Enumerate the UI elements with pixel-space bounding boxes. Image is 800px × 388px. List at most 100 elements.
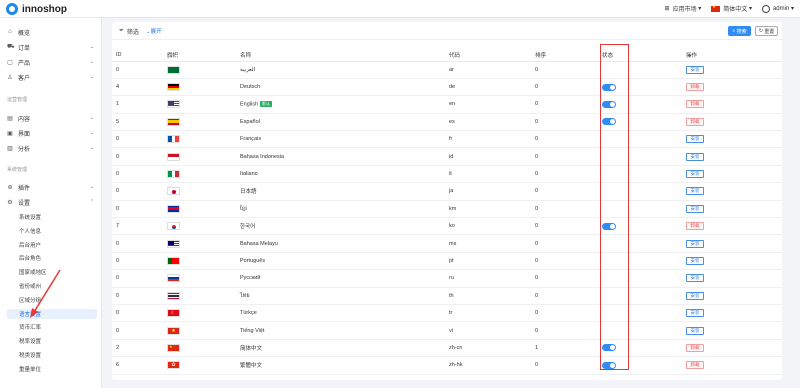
cell-id: 0 (112, 182, 163, 201)
logo[interactable]: innoshop (6, 3, 67, 15)
expand-label: 展开 (150, 29, 162, 35)
filter-toggle[interactable]: ⏷ 筛选 (119, 27, 139, 36)
install-button[interactable]: 安装 (686, 256, 704, 265)
id-flag-icon (167, 152, 180, 161)
cell-sort: 0 (531, 304, 598, 323)
cell-actions: 安装 (682, 252, 782, 271)
sidebar-subitem[interactable]: 省份或州 (7, 281, 97, 291)
sidebar-subitem[interactable]: 重量单位 (7, 364, 97, 374)
sidebar-item-orders[interactable]: ⛟ 订单 ⌄ (0, 41, 102, 53)
cell-sort: 0 (531, 287, 598, 305)
language-list-card: ⏷ 筛选 ⌄展开 ⌕ 搜索 ↻ 重置 ID 旗帜 名称 代码 排序 状态 操作 (112, 22, 782, 380)
cell-name: Español (236, 113, 445, 132)
cell-id: 4 (112, 78, 163, 97)
search-button[interactable]: ⌕ 搜索 (728, 26, 751, 36)
cell-id: 0 (112, 200, 163, 219)
user-name: admin (772, 5, 790, 12)
language-name: English (240, 101, 259, 108)
uninstall-button[interactable]: 卸载 (686, 83, 704, 92)
sidebar-item-label: 分析 (18, 146, 31, 153)
install-button[interactable]: 安装 (686, 274, 704, 283)
install-button[interactable]: 安装 (686, 204, 704, 213)
sidebar-subitem[interactable]: 税率设置 (7, 336, 97, 346)
install-button[interactable]: 安装 (686, 152, 704, 161)
table-row: 0 Português pt 0 安装 (112, 252, 782, 271)
install-button[interactable]: 安装 (686, 291, 704, 300)
cell-sort: 0 (531, 234, 598, 253)
sidebar-item-settings[interactable]: ⚙ 设置 ⌃ (0, 196, 102, 208)
status-column-highlight (600, 44, 629, 370)
user-menu[interactable]: admin ▾ (761, 4, 794, 13)
expand-link[interactable]: ⌄展开 (146, 27, 162, 35)
cell-actions: 卸载 (682, 356, 782, 375)
cell-name: Bahasa Indonesia (236, 147, 445, 166)
chevron-down-icon: ⌄ (89, 130, 94, 136)
tr-flag-icon: ☾ (167, 309, 180, 318)
install-button[interactable]: 安装 (686, 65, 704, 74)
sidebar-item-plugins[interactable]: ⊛ 插件 ⌄ (0, 181, 102, 193)
logo-icon (6, 3, 18, 15)
km-flag-icon (167, 204, 180, 213)
install-button[interactable]: 安装 (686, 187, 704, 196)
install-button[interactable]: 安装 (686, 135, 704, 144)
cell-actions: 安装 (682, 130, 782, 149)
column-header-actions: 操作 (682, 49, 782, 62)
cell-code: fr (445, 130, 531, 149)
language-name: ไทย (240, 292, 250, 299)
chart-icon: ▥ (7, 145, 13, 152)
install-button[interactable]: 安装 (686, 326, 704, 335)
cell-flag (163, 113, 236, 132)
vi-flag-icon: ★ (167, 326, 180, 335)
sidebar-item-label: 产品 (18, 60, 31, 67)
sidebar-subitem[interactable]: 语言设置 (7, 308, 97, 319)
uninstall-button[interactable]: 卸载 (686, 343, 704, 352)
install-button[interactable]: 安装 (686, 239, 704, 248)
sidebar-item-products[interactable]: ▢ 产品 ⌄ (0, 56, 102, 68)
install-button[interactable]: 安装 (686, 170, 704, 179)
user-icon: ♙ (7, 74, 13, 81)
sidebar-item-customers[interactable]: ♙ 客户 ⌄ (0, 71, 102, 83)
cell-name: العربية (236, 61, 445, 79)
cell-name: 日本語 (236, 182, 445, 201)
cell-id: 0 (112, 147, 163, 166)
cell-sort: 0 (531, 182, 598, 201)
sidebar-subitem[interactable]: 国家或地区 (7, 267, 97, 277)
app-market-menu[interactable]: ⊞ 应用市场 ▾ (665, 4, 702, 13)
it-flag-icon (167, 170, 180, 179)
sidebar-item-content[interactable]: ▤ 内容 ⌄ (0, 112, 102, 124)
column-header-name: 名称 (236, 49, 445, 62)
sidebar-item-design[interactable]: ▣ 界面 ⌄ (0, 127, 102, 139)
zh-hk-flag-icon: ✿ (167, 361, 180, 370)
sidebar-subitem[interactable]: 后台角色 (7, 253, 97, 263)
cell-code: ru (445, 269, 531, 288)
uninstall-button[interactable]: 卸载 (686, 361, 704, 370)
sidebar-subitem[interactable]: 货币汇率 (7, 322, 97, 332)
install-button[interactable]: 安装 (686, 309, 704, 318)
sidebar-item-label: 内容 (18, 116, 31, 123)
sidebar-subitem[interactable]: 税类设置 (7, 350, 97, 360)
chevron-down-icon: ⌄ (89, 59, 94, 65)
reset-button[interactable]: ↻ 重置 (755, 26, 778, 36)
default-badge: 默认 (260, 101, 273, 108)
sidebar-subitem[interactable]: 系统设置 (7, 212, 97, 222)
uninstall-button[interactable]: 卸载 (686, 100, 704, 109)
sidebar-item-overview[interactable]: ⌂ 概览 (0, 26, 102, 38)
language-name: Tiếng Việt (240, 327, 265, 334)
sidebar-item-label: 客户 (18, 75, 31, 82)
chevron-down-icon: ▾ (789, 6, 794, 12)
cell-flag (163, 95, 236, 114)
sidebar-item-label: 插件 (18, 185, 31, 192)
cell-code: es (445, 113, 531, 132)
sidebar-subitem[interactable]: 个人信息 (7, 226, 97, 236)
sidebar-item-analytics[interactable]: ▥ 分析 ⌄ (0, 142, 102, 154)
language-name: Italiano (240, 171, 258, 178)
chevron-down-icon: ⌄ (89, 145, 94, 151)
uninstall-button[interactable]: 卸载 (686, 117, 704, 126)
cell-actions: 卸载 (682, 339, 782, 358)
sidebar-subitem[interactable]: 后台用户 (7, 240, 97, 250)
cell-id: 1 (112, 95, 163, 114)
language-menu[interactable]: 简体中文 ▾ (711, 4, 752, 13)
cell-name: Português (236, 252, 445, 271)
uninstall-button[interactable]: 卸载 (686, 222, 704, 231)
sidebar-subitem[interactable]: 区域分组 (7, 295, 97, 305)
